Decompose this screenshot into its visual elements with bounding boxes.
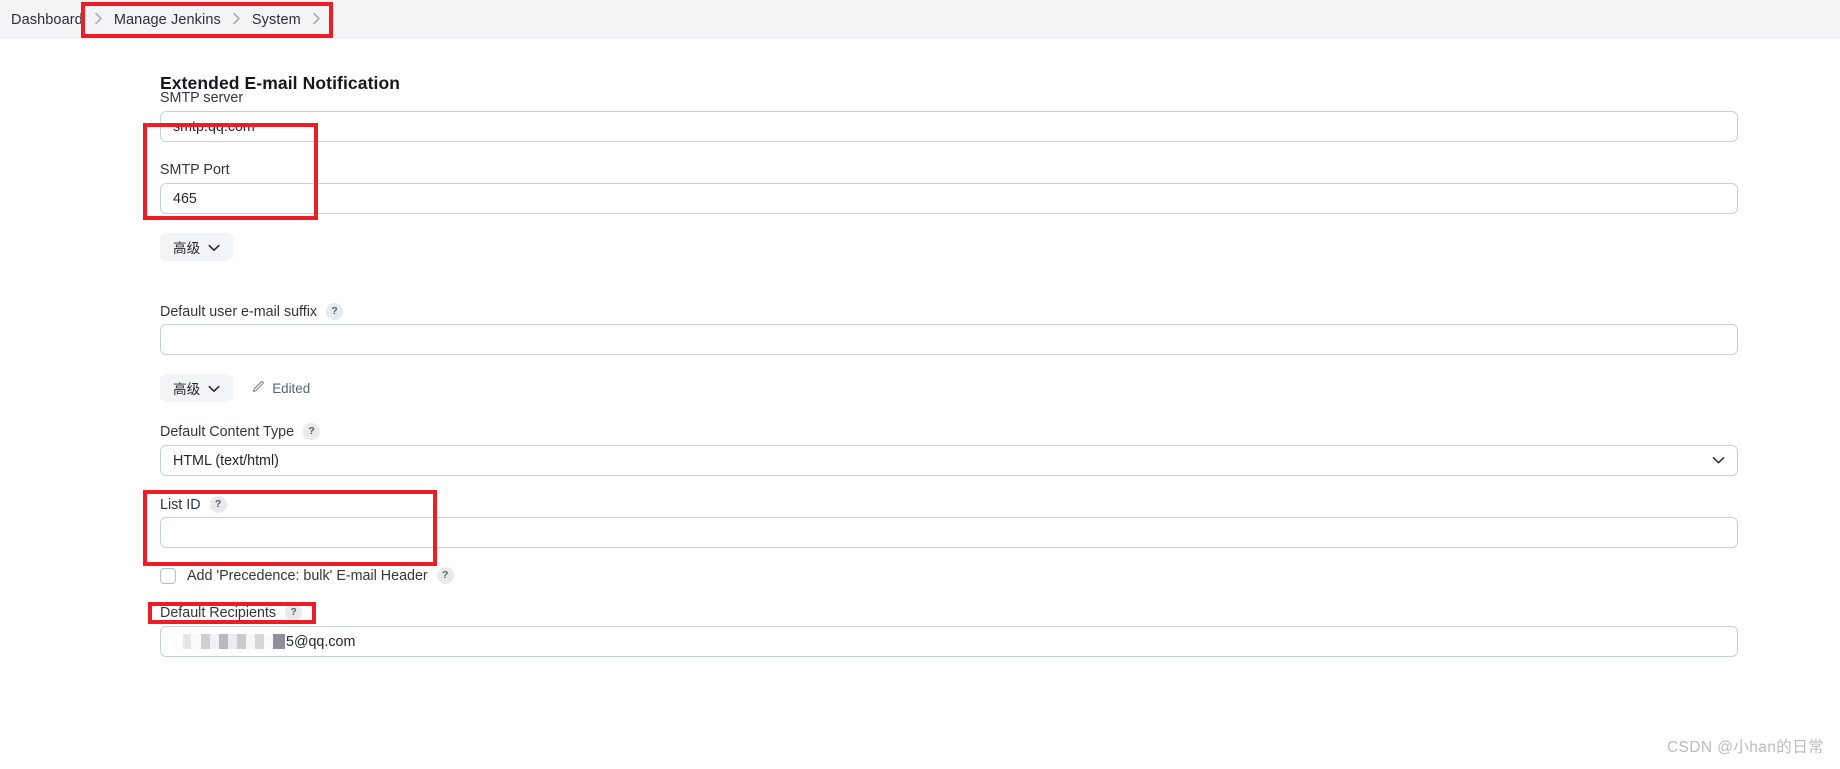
smtp-server-label: SMTP server [160,90,243,106]
smtp-server-label-text: SMTP server [160,90,244,106]
censored-email-mosaic [173,634,285,649]
pencil-icon [251,380,265,397]
chevron-right-icon [312,12,321,25]
advanced-button-label: 高级 [173,382,201,397]
list-id-label: List ID ? [160,496,227,513]
list-id-input[interactable] [160,517,1738,548]
help-icon[interactable]: ? [209,496,227,513]
chevron-down-icon [1712,456,1725,465]
default-user-email-suffix-label-text: Default user e-mail suffix [160,303,318,320]
default-user-email-suffix-input[interactable] [160,324,1738,355]
chevron-down-icon [208,240,220,255]
default-user-email-suffix-label: Default user e-mail suffix ? [160,303,344,320]
breadcrumb-item-manage-jenkins[interactable]: Manage Jenkins [114,12,221,28]
precedence-bulk-label: Add 'Precedence: bulk' E-mail Header ? [187,567,454,584]
edited-label: Edited [272,380,311,396]
advanced-button-label: 高级 [173,241,201,256]
help-icon[interactable]: ? [326,303,344,320]
advanced-button-secondary[interactable]: 高级 [160,374,234,402]
advanced-button-smtp[interactable]: 高级 [160,233,234,261]
edited-status: Edited [251,380,310,397]
precedence-bulk-label-text: Add 'Precedence: bulk' E-mail Header [187,567,428,584]
default-recipients-label: Default Recipients ? [160,604,303,621]
smtp-port-input[interactable]: 465 [160,183,1738,214]
advanced-row-secondary: 高级 Edited [160,374,310,402]
list-id-label-text: List ID [160,496,201,513]
default-content-type-select[interactable]: HTML (text/html) [160,445,1738,476]
default-content-type-label: Default Content Type ? [160,423,321,440]
smtp-port-value: 465 [173,190,197,207]
help-icon[interactable]: ? [436,567,454,584]
help-icon[interactable]: ? [285,604,303,621]
default-recipients-label-text: Default Recipients [160,604,277,621]
default-content-type-label-text: Default Content Type [160,423,295,440]
breadcrumb-item-system[interactable]: System [252,12,301,28]
smtp-port-label-text: SMTP Port [160,162,230,178]
default-recipients-value: 5@qq.com [173,634,355,650]
precedence-bulk-checkbox[interactable] [160,567,176,584]
smtp-server-input[interactable]: smtp.qq.com [160,111,1738,142]
default-recipients-input[interactable]: 5@qq.com [160,626,1738,657]
default-recipients-visible-suffix: 5@qq.com [286,633,356,650]
breadcrumb: Dashboard Manage Jenkins System [0,0,1840,39]
chevron-right-icon [94,12,103,25]
precedence-bulk-row[interactable]: Add 'Precedence: bulk' E-mail Header ? [160,567,454,584]
csdn-watermark: CSDN @小han的日常 [1666,739,1824,756]
smtp-port-label: SMTP Port [160,162,230,178]
smtp-server-value: smtp.qq.com [173,118,255,135]
breadcrumb-item-dashboard[interactable]: Dashboard [11,12,83,28]
chevron-right-icon [232,12,241,25]
help-icon[interactable]: ? [303,423,321,440]
chevron-down-icon [208,381,220,396]
default-content-type-value: HTML (text/html) [173,452,279,469]
